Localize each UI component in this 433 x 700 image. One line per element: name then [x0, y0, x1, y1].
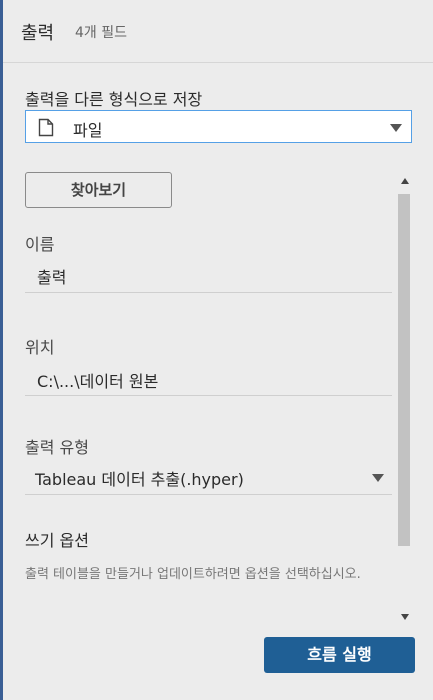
location-underline [25, 395, 392, 396]
scroll-down-icon[interactable] [401, 614, 409, 620]
write-options-description: 출력 테이블을 만들거나 업데이트하려면 옵션을 선택하십시오. [25, 567, 361, 582]
scrollbar[interactable] [398, 172, 412, 627]
browse-button[interactable]: 찾아보기 [25, 172, 172, 208]
write-options-title: 쓰기 옵션 [25, 531, 89, 550]
save-as-select[interactable]: 파일 [25, 110, 412, 143]
output-type-select[interactable]: Tableau 데이터 추출(.hyper) [25, 458, 392, 494]
output-type-value: Tableau 데이터 추출(.hyper) [35, 470, 244, 489]
output-type-underline [25, 494, 392, 495]
name-label: 이름 [25, 235, 55, 254]
file-icon [38, 118, 54, 141]
save-as-label: 출력을 다른 형식으로 저장 [25, 90, 203, 109]
run-flow-button[interactable]: 흐름 실행 [264, 637, 415, 673]
name-underline [25, 292, 392, 293]
chevron-down-icon [390, 124, 402, 132]
scroll-up-icon[interactable] [401, 178, 409, 184]
field-count: 4개 필드 [75, 25, 127, 41]
save-as-selected: 파일 [73, 121, 103, 140]
panel-left-edge [0, 0, 3, 700]
scrollbar-thumb[interactable] [398, 194, 410, 546]
panel-header: 출력 4개 필드 [3, 0, 433, 63]
name-input[interactable]: 출력 [37, 264, 66, 288]
chevron-down-icon [372, 474, 384, 482]
output-type-label: 출력 유형 [25, 438, 89, 457]
location-input[interactable]: C:\...\데이터 원본 [37, 368, 158, 392]
panel-title: 출력 [21, 23, 55, 44]
location-label: 위치 [25, 338, 55, 357]
